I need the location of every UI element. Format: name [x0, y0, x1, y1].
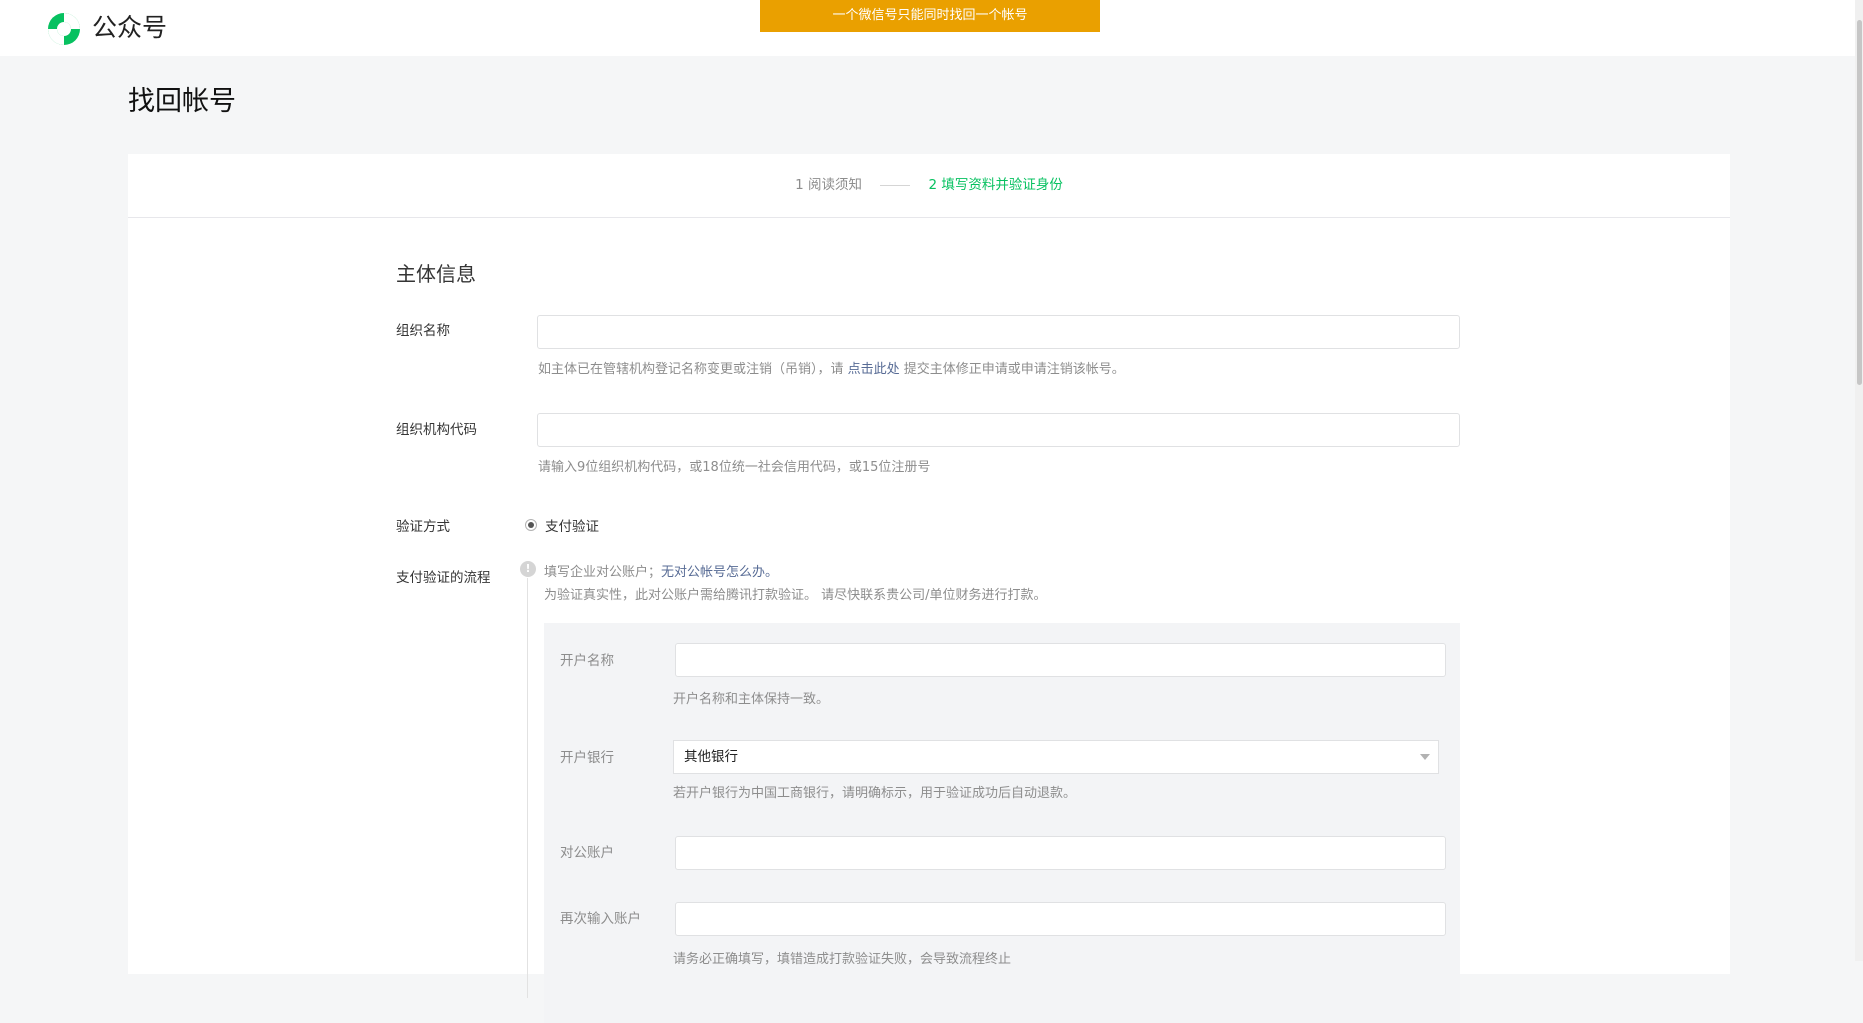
click-here-link[interactable]: 点击此处 [848, 362, 900, 377]
section-title: 主体信息 [396, 262, 476, 286]
bank-tip: 若开户银行为中国工商银行，请明确标示，用于验证成功后自动退款。 [673, 786, 1077, 801]
flow-step-1-desc: 为验证真实性，此对公账户需给腾讯打款验证。 请尽快联系贵公司/单位财务进行打款。 [544, 588, 1047, 603]
payment-flow-label: 支付验证的流程 [396, 570, 491, 586]
verify-method-label: 验证方式 [396, 519, 450, 535]
payment-verify-option[interactable]: 支付验证 [545, 517, 599, 537]
bank-label: 开户银行 [560, 750, 614, 766]
payment-verify-radio[interactable] [525, 519, 537, 531]
account-confirm-label: 再次输入账户 [560, 911, 641, 927]
info-icon: ! [520, 561, 536, 577]
no-account-link[interactable]: 无对公帐号怎么办。 [661, 565, 778, 580]
step-1: 1 阅读须知 [795, 177, 862, 193]
notice-banner: 一个微信号只能同时找回一个帐号 [760, 0, 1100, 32]
account-confirm-input[interactable] [675, 902, 1446, 936]
account-input[interactable] [675, 836, 1446, 870]
flow-timeline [527, 578, 528, 998]
account-confirm-tip: 请务必正确填写，填错造成打款验证失败，会导致流程终止 [673, 952, 1012, 967]
bank-selected-value: 其他银行 [684, 749, 738, 765]
step-divider [880, 184, 911, 186]
account-name-tip: 开户名称和主体保持一致。 [673, 692, 830, 707]
step-2-active: 2 填写资料并验证身份 [928, 177, 1063, 193]
org-name-label: 组织名称 [396, 323, 450, 339]
org-code-input[interactable] [537, 413, 1460, 447]
account-label: 对公账户 [560, 845, 614, 861]
org-code-label: 组织机构代码 [396, 422, 477, 438]
page-title: 找回帐号 [128, 86, 236, 117]
account-name-label: 开户名称 [560, 653, 614, 669]
wechat-logo-icon[interactable] [46, 11, 82, 47]
org-code-tip: 请输入9位组织机构代码，或18位统一社会信用代码，或15位注册号 [538, 460, 931, 475]
chevron-down-icon [1420, 754, 1430, 760]
org-name-input[interactable] [537, 315, 1460, 349]
org-name-tip: 如主体已在管辖机构登记名称变更或注销（吊销），请 点击此处 提交主体修正申请或申… [538, 362, 1125, 377]
flow-step-1: 填写企业对公账户；无对公帐号怎么办。 [544, 565, 779, 580]
account-name-input[interactable] [675, 643, 1446, 677]
bank-select[interactable]: 其他银行 [673, 740, 1439, 774]
step-indicator: 1 阅读须知 2 填写资料并验证身份 [128, 154, 1730, 218]
scrollbar-thumb[interactable] [1857, 20, 1862, 385]
brand-name[interactable]: 公众号 [92, 11, 167, 45]
